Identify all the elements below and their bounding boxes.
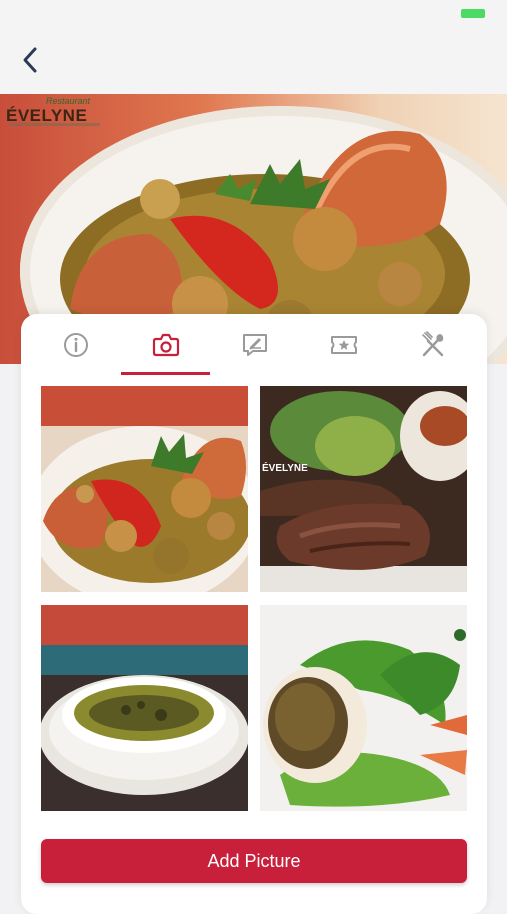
tab-menu[interactable] [388,314,477,376]
photo-logo-text: ÉVELYNE [262,461,308,474]
gallery-photo-1[interactable] [41,386,248,592]
active-tab-indicator [121,372,210,375]
tab-reviews[interactable] [210,314,299,376]
review-icon [242,334,267,356]
gallery-photo-4[interactable] [260,605,467,811]
chevron-left-icon [23,47,37,73]
grilled-steak-photo: ÉVELYNE [260,386,467,592]
gallery-photo-2[interactable]: ÉVELYNE [260,386,467,592]
navigation-bar [0,28,507,94]
detail-sheet: ÉVELYNE Add Picture [21,314,487,914]
back-button[interactable] [12,40,48,80]
tab-bar [21,314,487,376]
tab-photos[interactable] [121,314,210,376]
gallery-photo-3[interactable] [41,605,248,811]
info-icon [63,333,88,357]
soup-bowl-photo [41,605,248,811]
battery-icon [461,9,485,18]
utensils-icon [421,331,443,357]
stuffed-avocado-salad-photo [260,605,467,811]
restaurant-logo: Restaurant ÉVELYNE [6,96,102,128]
lobster-dish-photo [41,386,248,592]
add-picture-button[interactable]: Add Picture [41,839,467,883]
tab-offers[interactable] [299,314,388,376]
ticket-icon [330,336,357,354]
tab-info[interactable] [31,314,120,376]
status-bar [0,0,507,28]
camera-icon [152,333,179,357]
